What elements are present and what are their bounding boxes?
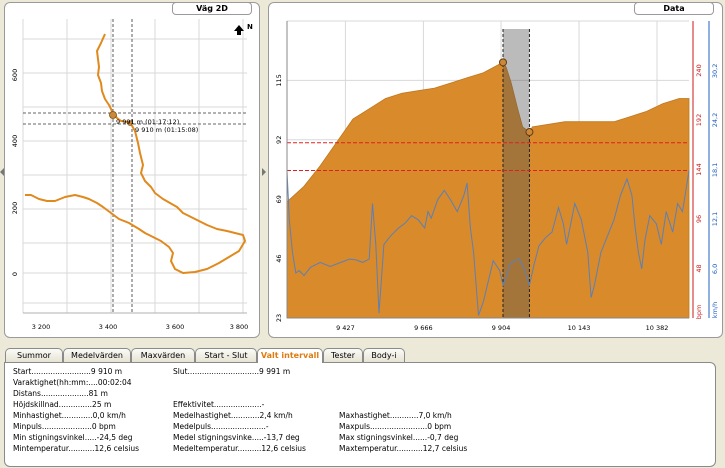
speed-tick-label: 12,1: [711, 212, 719, 226]
route-line: [25, 33, 246, 274]
tab-body-i[interactable]: Body-i: [363, 348, 405, 362]
map-x-tick: 3 200: [32, 323, 51, 331]
data-panel: Data 9 427 9 666 9 904 10 143 10 382 23 46 69 92…: [268, 2, 723, 338]
bpm-tick-label: 96: [695, 215, 703, 223]
tab-summor[interactable]: Summor: [5, 348, 63, 362]
map-x-tick: 3 800: [230, 323, 249, 331]
x-tick-label: 10 382: [646, 324, 669, 332]
left-splitter-arrow-icon[interactable]: [0, 168, 4, 176]
altitude-tick-label: 92: [275, 136, 283, 144]
speed-unit-label: km/h: [711, 302, 719, 318]
stat-duration: Varaktighet(hh:mm:....00:02:04: [13, 378, 132, 387]
map-panel: Väg 2D 9 991 m (01:17:12) 9 910 m (01:15…: [4, 2, 260, 338]
bpm-tick-label: 192: [695, 114, 703, 126]
stat-start: Start.........................9 910 m: [13, 367, 123, 376]
right-splitter-arrow-icon[interactable]: [262, 168, 266, 176]
stat-distance: Distans....................81 m: [13, 389, 108, 398]
stat-avg-pulse: Medelpuls.......................-: [173, 422, 269, 431]
tab-medelvarden[interactable]: Medelvärden: [63, 348, 131, 362]
interval-stats: Start.........................9 910 m Va…: [4, 362, 716, 467]
stat-max-slope: Max stigningsvinkel......-0,7 deg: [339, 433, 459, 442]
stat-min-pulse: Minpuls.....................0 bpm: [13, 422, 116, 431]
stat-avg-speed: Medelhastighet............2,4 km/h: [173, 411, 293, 420]
altitude-tick-label: 46: [275, 254, 283, 262]
map-y-tick: 600: [11, 69, 19, 81]
x-tick-label: 9 427: [336, 324, 355, 332]
bpm-tick-label: 240: [695, 64, 703, 76]
stat-max-pulse: Maxpuls........................0 bpm: [339, 422, 452, 431]
altitude-area: [286, 61, 690, 319]
stat-min-speed: Minhastighet.............0,0 km/h: [13, 411, 126, 420]
stat-min-temp: Mintemperatur...........12,6 celsius: [13, 444, 140, 453]
x-tick-label: 9 904: [492, 324, 511, 332]
tab-start-slut[interactable]: Start - Slut: [195, 348, 257, 362]
bpm-tick-label: 144: [695, 163, 703, 175]
stat-max-temp: Maxtemperatur...........12,7 celsius: [339, 444, 468, 453]
stat-end: Slut..............................9 991 …: [173, 367, 291, 376]
tab-tester[interactable]: Tester: [323, 348, 363, 362]
altitude-tick-label: 115: [275, 74, 283, 86]
speed-tick-label: 30,2: [711, 64, 719, 78]
selection-end-marker: [525, 128, 534, 137]
map-y-tick: 0: [11, 272, 19, 276]
map-y-tick: 400: [11, 135, 19, 147]
x-tick-label: 10 143: [568, 324, 591, 332]
selection-start-marker: [499, 58, 508, 67]
tab-valt-intervall[interactable]: Valt intervall: [257, 348, 323, 363]
altitude-tick-label: 69: [275, 195, 283, 203]
stat-efficiency: Effektivitet....................-: [173, 400, 265, 409]
map-x-tick: 3 400: [99, 323, 118, 331]
stat-max-speed: Maxhastighet............7,0 km/h: [339, 411, 452, 420]
tab-maxvarden[interactable]: Maxvärden: [131, 348, 195, 362]
data-chart[interactable]: 9 427 9 666 9 904 10 143 10 382 23 46 69 92 115 48…: [269, 3, 722, 337]
stats-tabs: Summor Medelvärden Maxvärden Start - Slu…: [3, 348, 716, 467]
bpm-tick-label: 48: [695, 264, 703, 272]
speed-tick-label: 18,1: [711, 163, 719, 177]
stat-avg-slope: Medel stigningsvinke.....-13,7 deg: [173, 433, 300, 442]
altitude-tick-label: 23: [275, 314, 283, 322]
x-tick-label: 9 666: [414, 324, 433, 332]
marker-label-end: 9 991 m (01:17:12): [116, 118, 179, 126]
stat-height-diff: Höjdskillnad..............25 m: [13, 400, 112, 409]
route-map[interactable]: 9 991 m (01:17:12) 9 910 m (01:15:08) N …: [5, 3, 259, 337]
map-x-tick: 3 600: [166, 323, 185, 331]
marker-label-start: 9 910 m (01:15:08): [135, 126, 198, 134]
bpm-unit-label: bpm: [695, 305, 703, 320]
speed-tick-label: 24,2: [711, 113, 719, 127]
stat-min-slope: Min stigningsvinkel.....-24,5 deg: [13, 433, 133, 442]
north-label: N: [247, 23, 253, 31]
speed-tick-label: 6,0: [711, 264, 719, 274]
stat-avg-temp: Medeltemperatur..........12,6 celsius: [173, 444, 306, 453]
map-y-tick: 200: [11, 202, 19, 214]
